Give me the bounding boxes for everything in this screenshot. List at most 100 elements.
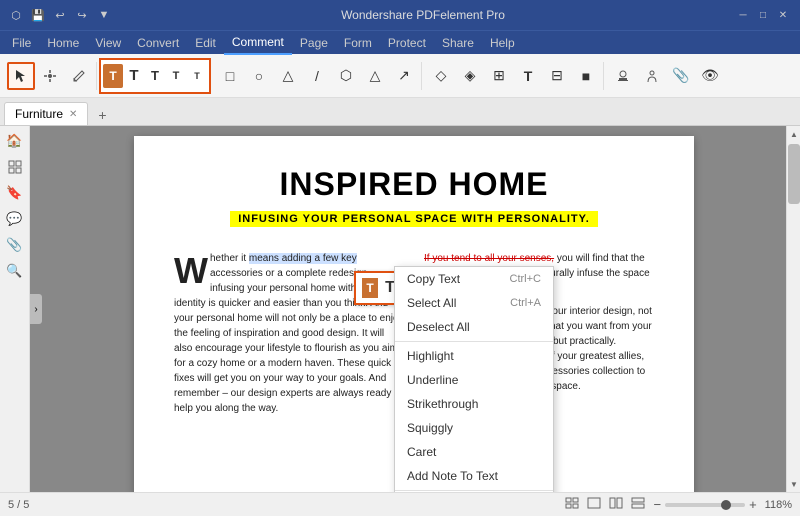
box-mark-button[interactable]: ⊟ — [543, 62, 571, 90]
menu-page[interactable]: Page — [292, 31, 336, 55]
ctx-caret[interactable]: Caret — [395, 440, 553, 464]
dropcap-letter: W — [174, 253, 208, 289]
ctx-squiggly-label: Squiggly — [407, 421, 453, 435]
menu-form[interactable]: Form — [336, 31, 380, 55]
sidebar-thumbnails-button[interactable] — [4, 156, 26, 178]
text-box-brown-button[interactable]: T — [103, 64, 123, 88]
ctx-copy-label: Copy Text — [407, 272, 460, 286]
rectangle-tool-button[interactable]: □ — [216, 62, 244, 90]
minimize-button[interactable]: ─ — [734, 6, 752, 24]
zoom-out-button[interactable]: − — [653, 497, 661, 512]
text-mark-button[interactable]: T — [514, 62, 542, 90]
main-area: 🏠 🔖 💬 📎 🔍 › INSPIRED HOME INFUSING YOUR … — [0, 126, 800, 492]
sidebar-home-button[interactable]: 🏠 — [4, 130, 26, 152]
ctx-deselect-all[interactable]: Deselect All — [395, 315, 553, 339]
menu-comment[interactable]: Comment — [224, 31, 292, 55]
document-title: INSPIRED HOME — [174, 166, 654, 203]
text-type-4-button[interactable]: T — [187, 62, 207, 90]
inline-text-brown-button[interactable]: T — [362, 278, 378, 298]
ctx-strikethrough[interactable]: Strikethrough — [395, 392, 553, 416]
sidebar-attachment-button[interactable]: 📎 — [4, 234, 26, 256]
ctx-underline[interactable]: Underline — [395, 368, 553, 392]
scrollbar-up-button[interactable]: ▲ — [787, 126, 800, 142]
line-tool-button[interactable]: / — [303, 62, 331, 90]
sidebar-search-button[interactable]: 🔍 — [4, 260, 26, 282]
text-type-3-button[interactable]: T — [166, 62, 186, 90]
maximize-button[interactable]: □ — [754, 6, 772, 24]
subtitle-wrapper: INFUSING YOUR PERSONAL SPACE WITH PERSON… — [174, 211, 654, 239]
left-sidebar: 🏠 🔖 💬 📎 🔍 — [0, 126, 30, 492]
scrollbar-down-button[interactable]: ▼ — [787, 476, 800, 492]
ctx-select-all[interactable]: Select All Ctrl+A — [395, 291, 553, 315]
tab-add-button[interactable]: + — [92, 105, 112, 125]
toolbar: T T T T T □ ○ △ / ⬡ △ ↗ ◇ ◈ ⊞ T ⊟ ■ 📎 👁 — [0, 54, 800, 98]
zoom-slider[interactable] — [665, 503, 745, 507]
sidebar-toggle-button[interactable]: › — [30, 294, 42, 324]
ctx-highlight[interactable]: Highlight — [395, 344, 553, 368]
redo-icon[interactable]: ↪ — [74, 7, 90, 23]
menu-protect[interactable]: Protect — [380, 31, 434, 55]
tab-close-button[interactable]: ✕ — [69, 109, 77, 120]
ctx-deselect-all-label: Deselect All — [407, 320, 470, 334]
ctx-select-all-label: Select All — [407, 296, 456, 310]
shape2-button[interactable]: △ — [361, 62, 389, 90]
menu-view[interactable]: View — [87, 31, 129, 55]
right-col-red-text: If you tend to all your senses, — [424, 253, 554, 264]
save-icon[interactable]: 💾 — [30, 7, 46, 23]
menu-convert[interactable]: Convert — [129, 31, 187, 55]
fill-button[interactable]: ■ — [572, 62, 600, 90]
document-area: INSPIRED HOME INFUSING YOUR PERSONAL SPA… — [42, 126, 786, 492]
ctx-highlight-label: Highlight — [407, 349, 454, 363]
view-mode-4[interactable] — [631, 497, 645, 512]
title-bar: ⬡ 💾 ↩ ↪ ▼ Wondershare PDFelement Pro ─ □… — [0, 0, 800, 30]
ctx-divider-1 — [395, 341, 553, 342]
pan-tool-button[interactable] — [36, 62, 64, 90]
view-mode-3[interactable] — [609, 497, 623, 512]
arrow-tool-button[interactable]: ↗ — [390, 62, 418, 90]
sidebar-comment-button[interactable]: 💬 — [4, 208, 26, 230]
person-stamp-button[interactable] — [638, 62, 666, 90]
highlight-tool-button[interactable]: ◇ — [427, 62, 455, 90]
close-button[interactable]: ✕ — [774, 6, 792, 24]
stamp-tool-button[interactable] — [609, 62, 637, 90]
menu-home[interactable]: Home — [39, 31, 87, 55]
scrollbar-thumb[interactable] — [788, 144, 800, 204]
ctx-copy-shortcut: Ctrl+C — [510, 273, 541, 285]
status-bar: 5 / 5 − + 118% — [0, 492, 800, 516]
menu-bar: File Home View Convert Edit Comment Page… — [0, 30, 800, 54]
strikethrough-tool-button[interactable]: ⊞ — [485, 62, 513, 90]
menu-icon[interactable]: ▼ — [96, 7, 112, 23]
attachment-button[interactable]: 📎 — [667, 62, 695, 90]
tab-furniture[interactable]: Furniture ✕ — [4, 102, 88, 125]
erase-tool-button[interactable]: ◈ — [456, 62, 484, 90]
menu-help[interactable]: Help — [482, 31, 523, 55]
view-mode-2[interactable] — [587, 497, 601, 512]
mark-tools-group: ◇ ◈ ⊞ T ⊟ ■ — [424, 62, 604, 90]
window-title: Wondershare PDFelement Pro — [112, 8, 734, 22]
menu-share[interactable]: Share — [434, 31, 482, 55]
title-bar-left: ⬡ 💾 ↩ ↪ ▼ — [8, 7, 112, 23]
undo-icon[interactable]: ↩ — [52, 7, 68, 23]
ctx-add-note[interactable]: Add Note To Text — [395, 464, 553, 488]
highlighted-text: means adding a few key — [249, 253, 357, 264]
menu-edit[interactable]: Edit — [187, 31, 224, 55]
cursor-tool-button[interactable] — [7, 62, 35, 90]
ctx-squiggly[interactable]: Squiggly — [395, 416, 553, 440]
zoom-in-button[interactable]: + — [749, 497, 757, 512]
polygon-tool-button[interactable]: ⬡ — [332, 62, 360, 90]
edit-tool-button[interactable] — [65, 62, 93, 90]
menu-file[interactable]: File — [4, 31, 39, 55]
right-scrollbar[interactable]: ▲ ▼ — [786, 126, 800, 492]
view-mode-1[interactable] — [565, 497, 579, 512]
zoom-slider-thumb[interactable] — [721, 500, 731, 510]
text-type-1-button[interactable]: T — [124, 62, 144, 90]
triangle-tool-button[interactable]: △ — [274, 62, 302, 90]
text-type-2-button[interactable]: T — [145, 62, 165, 90]
circle-tool-button[interactable]: ○ — [245, 62, 273, 90]
zoom-controls: − + 118% — [653, 497, 792, 512]
document-page: INSPIRED HOME INFUSING YOUR PERSONAL SPA… — [134, 136, 694, 492]
redact-button[interactable]: 👁 — [696, 62, 724, 90]
tab-label: Furniture — [15, 107, 63, 121]
ctx-copy-text[interactable]: Copy Text Ctrl+C — [395, 267, 553, 291]
sidebar-bookmark-button[interactable]: 🔖 — [4, 182, 26, 204]
